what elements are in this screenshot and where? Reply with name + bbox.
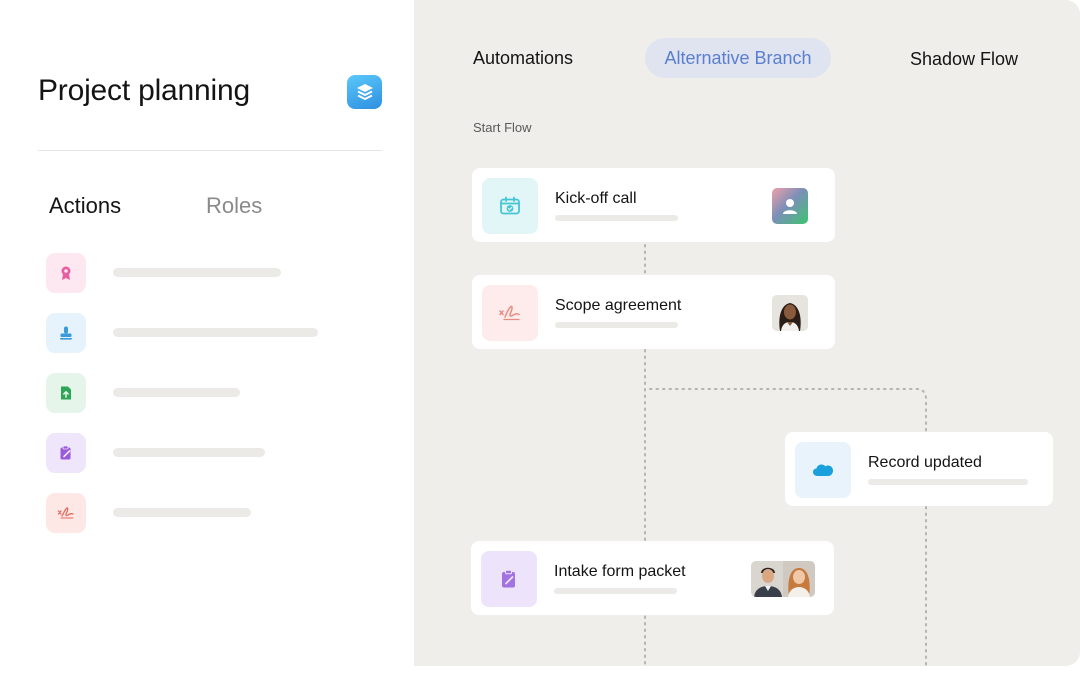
divider [38,150,382,151]
flow-card-record-updated[interactable]: Record updated [785,432,1053,506]
placeholder-bar [554,588,677,594]
left-panel: Project planning Actions Roles [0,0,414,666]
user-avatar-icon [772,188,808,224]
card-title: Scope agreement [555,297,682,314]
flow-card-intake[interactable]: Intake form packet [471,541,834,615]
person-photo [772,295,808,331]
page-title: Project planning [38,74,250,107]
badge-award-icon [46,253,86,293]
card-title: Kick-off call [555,190,637,207]
placeholder-bar [555,322,678,328]
two-person-photo [751,561,815,597]
file-upload-icon [46,373,86,413]
flow-card-kickoff[interactable]: Kick-off call [472,168,835,242]
stack-layers-icon[interactable] [347,75,382,109]
list-item[interactable] [46,313,386,353]
placeholder-bar [868,479,1028,485]
calendar-check-icon [482,178,538,234]
list-item[interactable] [46,373,386,413]
placeholder-bar [113,328,318,337]
signature-icon [46,493,86,533]
card-title: Record updated [868,454,982,471]
placeholder-bar [113,388,240,397]
placeholder-bar [113,268,281,277]
app-window: Project planning Actions Roles Automatio… [0,0,1080,666]
placeholder-bar [555,215,678,221]
flow-canvas: Automations Alternative Branch Shadow Fl… [414,0,1080,666]
flow-card-scope[interactable]: Scope agreement [472,275,835,349]
clipboard-edit-icon [46,433,86,473]
stamp-icon [46,313,86,353]
placeholder-bar [113,508,251,517]
signature-icon [482,285,538,341]
tab-roles[interactable]: Roles [206,193,262,219]
tab-actions[interactable]: Actions [49,193,121,219]
placeholder-bar [113,448,265,457]
salesforce-cloud-icon [795,442,851,498]
list-item[interactable] [46,253,386,293]
card-title: Intake form packet [554,563,686,580]
clipboard-edit-icon [481,551,537,607]
list-item[interactable] [46,433,386,473]
list-item[interactable] [46,493,386,533]
